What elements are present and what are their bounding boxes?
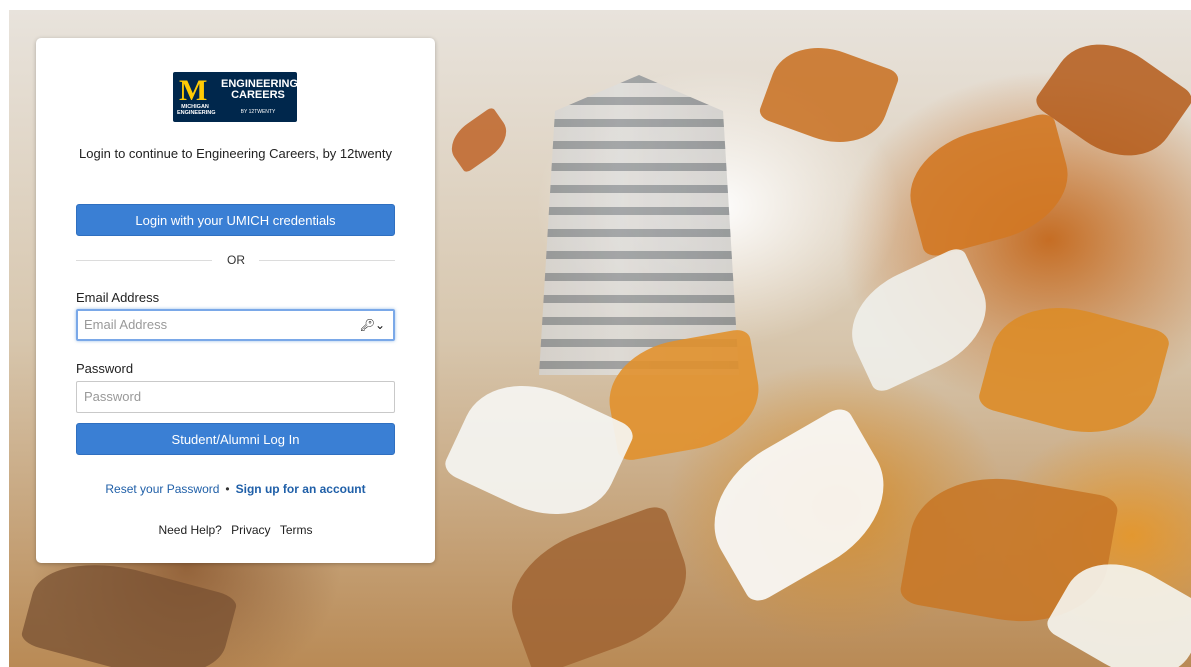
- divider-line-right: [259, 260, 395, 261]
- leaf-decoration: [897, 111, 1081, 259]
- leaf-decoration: [493, 502, 705, 667]
- divider-line-left: [76, 260, 212, 261]
- leaf-decoration: [757, 32, 901, 158]
- footer-links: Need Help? Privacy Terms: [76, 523, 395, 537]
- email-field[interactable]: Email Address 🔑︎⌄: [76, 309, 395, 341]
- leaf-decoration: [441, 361, 637, 539]
- login-card: M MICHIGAN ENGINEERING ENGINEERING CAREE…: [36, 38, 435, 563]
- sign-up-link[interactable]: Sign up for an account: [236, 482, 366, 496]
- logo-title-text: ENGINEERING CAREERS: [221, 78, 297, 101]
- leaf-decoration: [442, 106, 516, 174]
- login-subtitle: Login to continue to Engineering Careers…: [79, 146, 392, 161]
- logo-school-text: MICHIGAN ENGINEERING: [177, 104, 216, 116]
- terms-link[interactable]: Terms: [280, 523, 313, 537]
- student-alumni-login-button[interactable]: Student/Alumni Log In: [76, 423, 395, 455]
- need-help-link[interactable]: Need Help?: [158, 523, 221, 537]
- or-divider: OR: [227, 253, 245, 267]
- email-placeholder: Email Address: [84, 317, 168, 332]
- bell-tower-image: [539, 75, 739, 375]
- password-field[interactable]: Password: [76, 381, 395, 413]
- key-dropdown-icon[interactable]: 🔑︎⌄: [360, 311, 385, 339]
- engineering-careers-logo: M MICHIGAN ENGINEERING ENGINEERING CAREE…: [173, 72, 297, 122]
- block-m-logo: M: [179, 74, 208, 107]
- email-label: Email Address: [76, 290, 160, 305]
- reset-password-link[interactable]: Reset your Password: [105, 482, 219, 496]
- leaf-decoration: [834, 245, 1004, 395]
- privacy-link[interactable]: Privacy: [231, 523, 270, 537]
- account-links: Reset your Password • Sign up for an accou…: [76, 482, 395, 496]
- umich-sso-button[interactable]: Login with your UMICH credentials: [76, 204, 395, 236]
- logo-by-text: BY 12TWENTY: [240, 109, 276, 115]
- leaf-decoration: [19, 545, 239, 667]
- password-label: Password: [76, 361, 134, 376]
- password-placeholder: Password: [84, 389, 142, 404]
- link-separator: •: [225, 482, 230, 496]
- leaf-decoration: [976, 290, 1172, 450]
